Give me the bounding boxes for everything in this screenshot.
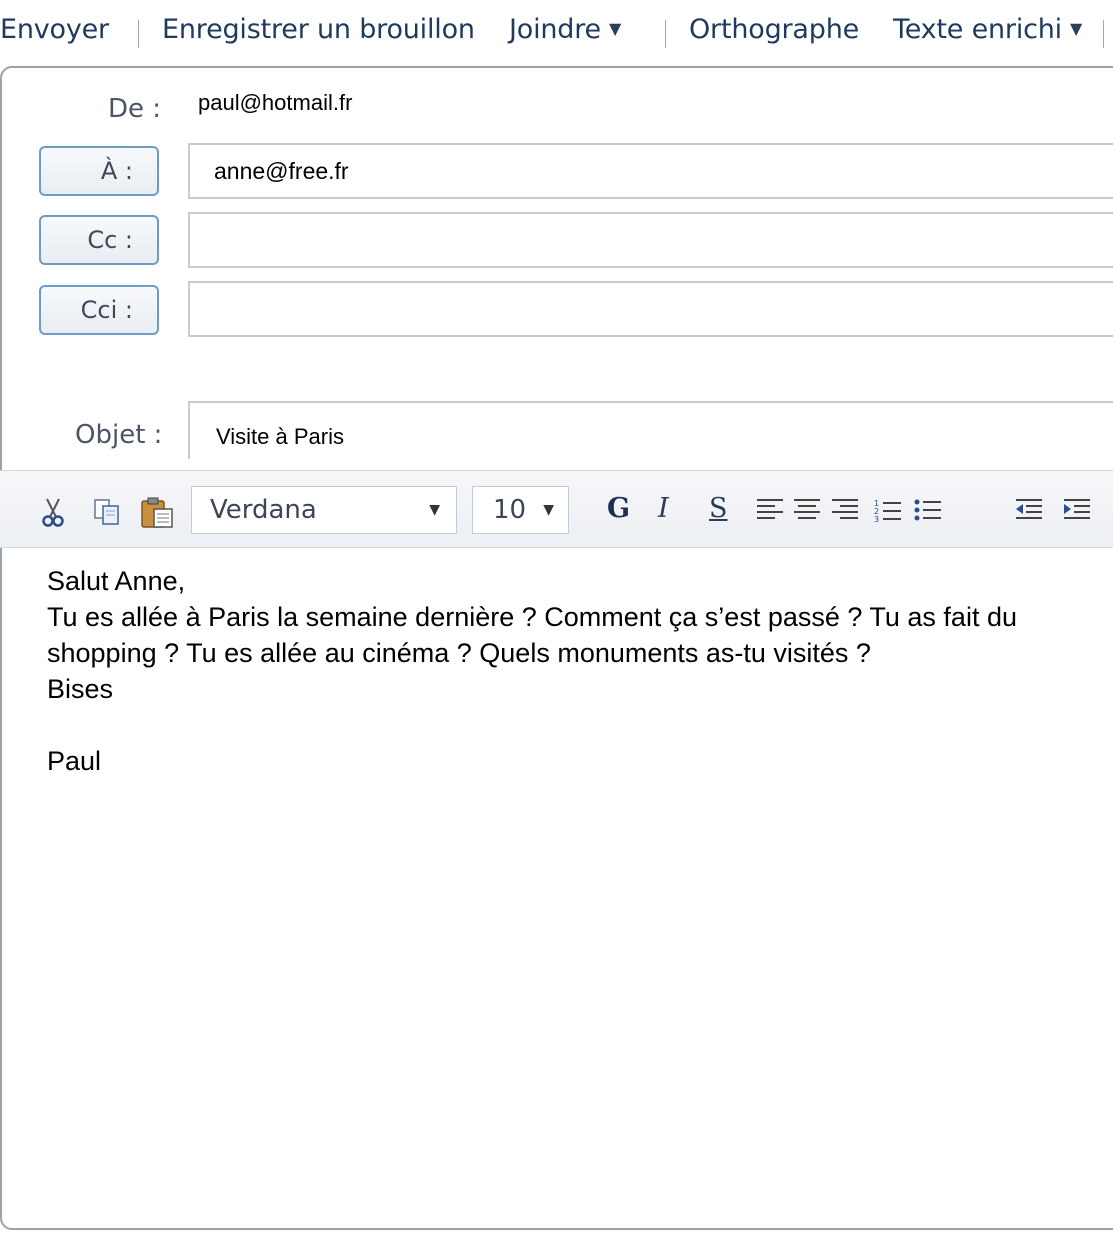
increase-indent-icon[interactable] [1062, 497, 1092, 523]
underline-button[interactable]: S [709, 493, 728, 524]
separator [138, 20, 139, 48]
bullet-list-icon[interactable] [913, 497, 943, 523]
rich-text-button[interactable]: Texte enrichi ▼ [893, 14, 1082, 45]
spelling-button[interactable]: Orthographe [689, 14, 859, 45]
font-size-select[interactable]: 10 ▼ [472, 486, 569, 534]
copy-icon[interactable] [92, 497, 122, 527]
align-right-icon[interactable] [832, 499, 858, 521]
attach-label: Joindre [509, 14, 601, 45]
svg-text:3: 3 [874, 515, 879, 523]
font-value: Verdana [210, 495, 317, 525]
formatting-toolbar: Verdana ▼ 10 ▼ G I S 1 2 3 [0, 470, 1113, 548]
greeting-line: Salut Anne, [47, 566, 186, 596]
bcc-button[interactable]: Cci : [39, 285, 159, 335]
subject-field[interactable]: Visite à Paris [188, 401, 1113, 459]
bold-button[interactable]: G [607, 493, 630, 524]
cc-button[interactable]: Cc : [39, 215, 159, 265]
italic-button[interactable]: I [658, 493, 669, 524]
decrease-indent-icon[interactable] [1014, 497, 1044, 523]
align-left-icon[interactable] [757, 499, 783, 521]
numbered-list-icon[interactable]: 1 2 3 [873, 497, 903, 523]
subject-value: Visite à Paris [216, 424, 344, 449]
bcc-label: Cci : [80, 296, 133, 324]
font-select[interactable]: Verdana ▼ [191, 486, 457, 534]
from-label: De : [108, 94, 162, 124]
from-value: paul@hotmail.fr [198, 90, 353, 115]
chevron-down-icon: ▼ [543, 502, 554, 518]
separator [1103, 20, 1104, 48]
separator [665, 20, 666, 48]
message-body[interactable]: Salut Anne, Tu es allée à Paris la semai… [47, 563, 1097, 779]
signature-line: Paul [47, 746, 102, 776]
closing-line: Bises [47, 674, 114, 704]
cc-field[interactable] [188, 212, 1113, 268]
body-paragraph: Tu es allée à Paris la semaine dernière … [47, 602, 1017, 668]
to-label: À : [100, 157, 133, 185]
command-bar: Envoyer Enregistrer un brouillon Joindre… [0, 0, 1113, 66]
send-button[interactable]: Envoyer [0, 14, 109, 45]
bcc-field[interactable] [188, 281, 1113, 337]
font-size-value: 10 [493, 495, 527, 525]
to-button[interactable]: À : [39, 146, 159, 196]
to-value: anne@free.fr [214, 157, 349, 184]
cc-label: Cc : [87, 226, 133, 254]
paste-icon[interactable] [140, 497, 176, 529]
cut-icon[interactable] [40, 497, 66, 527]
chevron-down-icon: ▼ [1070, 19, 1083, 38]
subject-label: Objet : [75, 420, 163, 450]
chevron-down-icon: ▼ [608, 19, 622, 38]
align-center-icon[interactable] [794, 499, 820, 521]
chevron-down-icon: ▼ [429, 502, 440, 518]
save-draft-button[interactable]: Enregistrer un brouillon [162, 14, 475, 45]
rich-text-label: Texte enrichi [893, 14, 1062, 45]
to-field[interactable]: anne@free.fr [188, 143, 1113, 199]
attach-button[interactable]: Joindre ▼ [509, 14, 621, 45]
